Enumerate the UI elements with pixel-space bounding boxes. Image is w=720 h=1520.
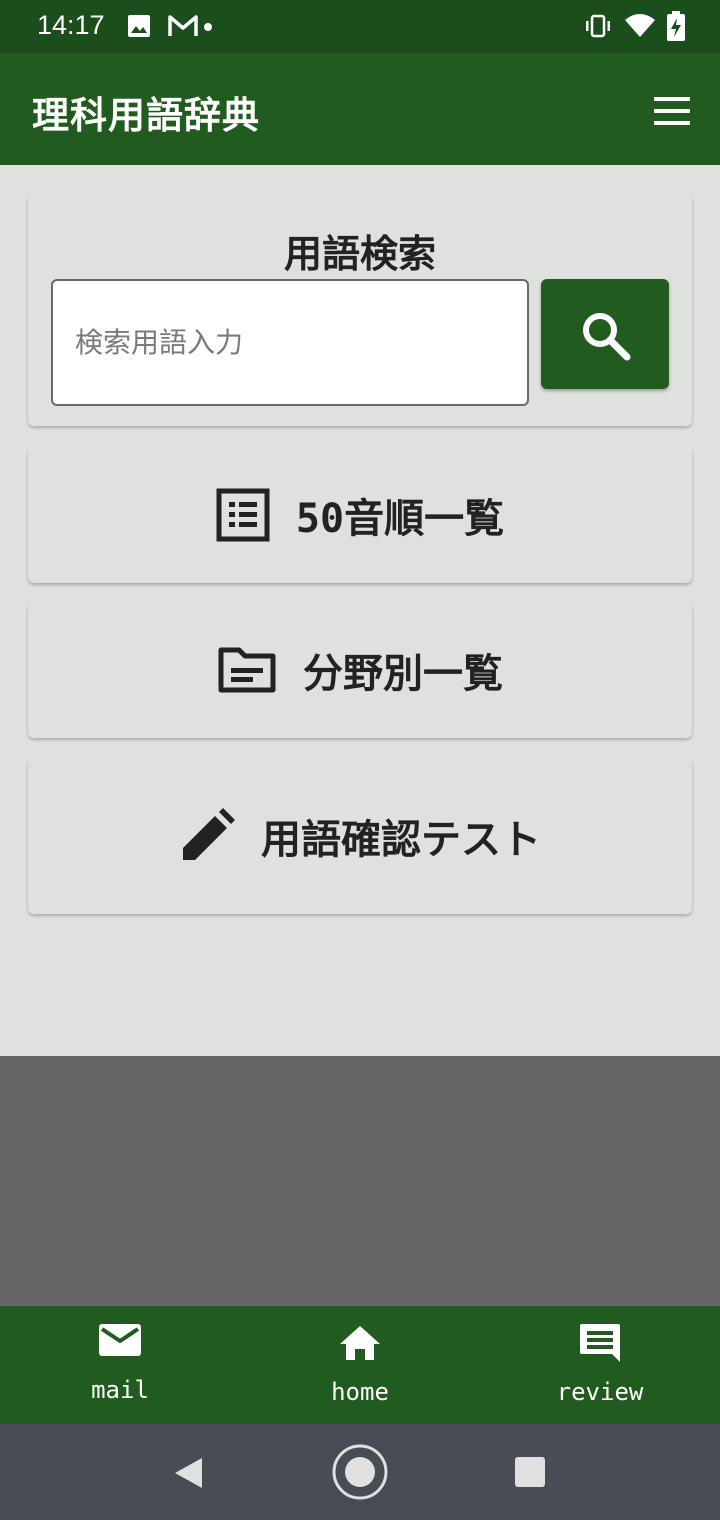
recents-icon[interactable] [514,1456,546,1488]
hamburger-menu-icon[interactable] [648,91,696,131]
term-test-button[interactable]: 用語確認テスト [28,758,692,914]
ad-area [0,1056,720,1306]
menu-label-category: 分野別一覧 [303,651,503,697]
search-button[interactable] [541,279,669,389]
system-navigation-bar [0,1424,720,1520]
search-input[interactable] [51,279,529,406]
nav-home[interactable]: home [240,1306,480,1424]
back-icon[interactable] [172,1456,204,1490]
comment-icon [580,1324,620,1362]
nav-review[interactable]: review [480,1306,720,1424]
status-bar: 14:17 [0,0,720,53]
pencil-icon [183,808,235,860]
nav-mail[interactable]: mail [0,1306,240,1424]
search-icon [583,313,631,361]
app-bar: 理科用語辞典 [0,53,720,165]
battery-charging-icon [667,11,685,41]
gmail-icon [168,15,198,36]
menu-label-alphabetical: 50音順一覧 [295,496,505,542]
wifi-icon [625,14,655,37]
folder-icon [218,647,276,693]
menu-label-test: 用語確認テスト [261,817,541,863]
nav-label-home: home [331,1378,389,1406]
alphabetical-list-button[interactable]: 50音順一覧 [28,447,692,583]
mail-icon [99,1324,141,1356]
category-list-button[interactable]: 分野別一覧 [28,602,692,738]
main-content: 用語検索 50音順一覧 [0,165,720,1056]
dot-icon [204,23,212,31]
nav-label-mail: mail [91,1376,149,1404]
search-card: 用語検索 [28,193,692,426]
home-icon [340,1326,380,1360]
status-time: 14:17 [37,10,105,40]
nav-label-review: review [556,1378,644,1406]
app-title: 理科用語辞典 [32,94,260,137]
image-icon [128,15,150,37]
bottom-navigation: mail home review [0,1306,720,1424]
vibrate-icon [586,14,610,38]
list-icon [216,488,270,542]
home-circle-icon[interactable] [331,1443,389,1501]
search-title: 用語検索 [283,232,436,276]
